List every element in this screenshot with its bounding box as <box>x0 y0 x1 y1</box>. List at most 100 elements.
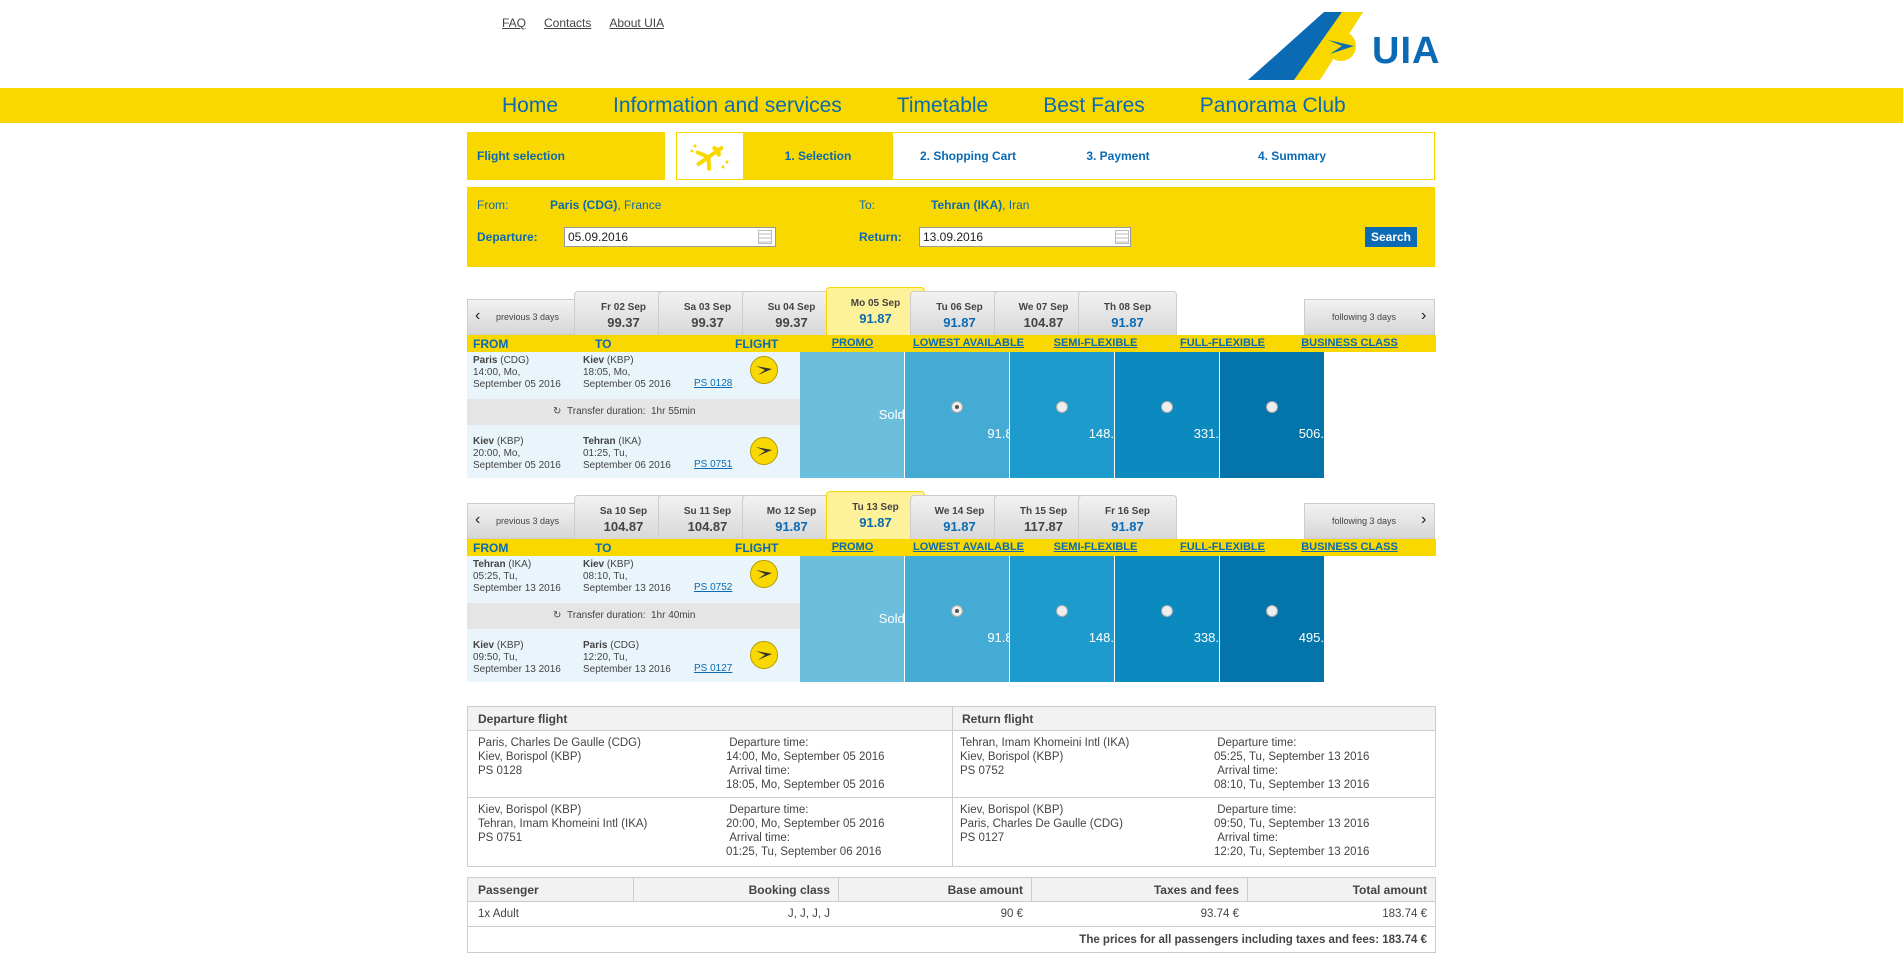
departure-flight-header: Departure flight <box>478 712 568 726</box>
fare-radio[interactable] <box>951 401 963 413</box>
segment-to: Kiev (KBP) 18:05, Mo, September 05 2016 <box>583 355 671 390</box>
segment-from: Kiev (KBP) 09:50, Tu, September 13 2016 <box>473 640 561 675</box>
nav-item-home[interactable]: Home <box>502 94 558 118</box>
return-date-input[interactable]: 13.09.2016 <box>919 227 1131 247</box>
flight-segment: Tehran (IKA) 05:25, Tu, September 13 2016… <box>467 556 800 603</box>
about-link[interactable]: About UIA <box>609 16 664 30</box>
summary-header: Departure flight Return flight <box>468 707 1435 731</box>
date-selector: ‹ previous 3 days Fr 02 Sep 99.37 Sa 03 … <box>467 287 1436 335</box>
fare-cell-semi[interactable]: 148.87 € <box>1010 352 1139 478</box>
transfer-info: ↻ Transfer duration: 1hr 55min <box>467 399 800 425</box>
col-from: FROM <box>473 541 509 555</box>
flight-number-link[interactable]: PS 0127 <box>694 663 732 674</box>
col-flight: FLIGHT <box>735 541 779 555</box>
fare-cell-lowest[interactable]: 91.87 € <box>905 352 1031 478</box>
col-full-flexible[interactable]: FULL-FLEXIBLE <box>1159 541 1286 553</box>
col-semi-flexible[interactable]: SEMI-FLEXIBLE <box>1032 337 1159 349</box>
flight-number-link[interactable]: PS 0752 <box>694 582 732 593</box>
following-days-button[interactable]: following 3 days › <box>1304 503 1435 539</box>
step-shopping-cart: 2. Shopping Cart <box>920 149 1016 163</box>
booking-steps: 1. Selection 2. Shopping Cart 3. Payment… <box>676 132 1435 180</box>
fare-cell-semi[interactable]: 148.87 € <box>1010 556 1139 682</box>
col-flight: FLIGHT <box>735 337 779 351</box>
segment-to: Tehran (IKA) 01:25, Tu, September 06 2016 <box>583 436 671 471</box>
fare-cell-full[interactable]: 331.37 € <box>1115 352 1244 478</box>
fare-cell-business[interactable]: 495.12 € <box>1220 556 1349 682</box>
nav-item-best-fares[interactable]: Best Fares <box>1043 94 1145 118</box>
pricing-cell: 93.74 € <box>1200 908 1239 920</box>
col-lowest-available[interactable]: LOWEST AVAILABLE <box>905 541 1032 553</box>
segment-from: Tehran (IKA) 05:25, Tu, September 13 2016 <box>473 559 561 594</box>
pricing-cell: 183.74 € <box>1382 908 1427 920</box>
segment-from: Kiev (KBP) 20:00, Mo, September 05 2016 <box>473 436 561 471</box>
flight-number-link[interactable]: PS 0128 <box>694 378 732 389</box>
day-tab[interactable]: Fr 16 Sep 91.87 <box>1078 495 1177 539</box>
nav-item-panorama-club[interactable]: Panorama Club <box>1200 94 1346 118</box>
chevron-left-icon: ‹ <box>475 307 481 324</box>
fare-radio[interactable] <box>1266 605 1278 617</box>
date-selector: ‹ previous 3 days Sa 10 Sep 104.87 Su 11… <box>467 491 1436 539</box>
following-days-button[interactable]: following 3 days › <box>1304 299 1435 335</box>
col-from: FROM <box>473 337 509 351</box>
search-button[interactable]: Search <box>1365 227 1417 247</box>
step-selection: 1. Selection <box>743 133 893 179</box>
return-label: Return: <box>859 230 902 244</box>
flight-number-link[interactable]: PS 0751 <box>694 459 732 470</box>
fare-cell-full[interactable]: 338.87 € <box>1115 556 1244 682</box>
main-nav: Home Information and services Timetable Bes… <box>0 88 1903 123</box>
flight-selection-panel: Flight selection <box>467 132 665 180</box>
fare-row: Tehran (IKA) 05:25, Tu, September 13 2016… <box>467 556 1436 682</box>
fare-radio[interactable] <box>1266 401 1278 413</box>
to-label: To: <box>859 198 876 212</box>
pricing-cell: 90 € <box>1000 908 1023 920</box>
promo-fare-cell: Sold Out <box>800 352 929 478</box>
plane-icon <box>677 133 743 179</box>
promo-fare-cell: Sold Out <box>800 556 929 682</box>
pricing-col-header: Passenger <box>478 883 539 897</box>
fare-radio[interactable] <box>1056 401 1068 413</box>
contacts-link[interactable]: Contacts <box>544 16 591 30</box>
col-to: TO <box>595 337 612 351</box>
fare-cell-business[interactable]: 506.78 € <box>1220 352 1349 478</box>
faq-link[interactable]: FAQ <box>502 16 526 30</box>
return-times: Departure time: 05:25, Tu, September 13 2… <box>1214 737 1370 791</box>
uia-logo[interactable]: UIA <box>1246 10 1439 82</box>
pricing-row: 1x Adult J, J, J, J 90 € 93.74 € 183.74 € <box>468 902 1435 927</box>
from-label: From: <box>477 198 509 212</box>
previous-days-button[interactable]: ‹ previous 3 days <box>467 299 575 335</box>
calendar-icon[interactable] <box>758 230 772 244</box>
fare-radio[interactable] <box>1161 605 1173 617</box>
col-business-class[interactable]: BUSINESS CLASS <box>1286 541 1413 553</box>
fare-radio[interactable] <box>1056 605 1068 617</box>
uia-airline-icon <box>750 356 778 384</box>
col-business-class[interactable]: BUSINESS CLASS <box>1286 337 1413 349</box>
fare-cell-lowest[interactable]: 91.87 € <box>905 556 1031 682</box>
fare-radio[interactable] <box>951 605 963 617</box>
segment-to: Paris (CDG) 12:20, Tu, September 13 2016 <box>583 640 671 675</box>
departure-times: Departure time: 20:00, Mo, September 05 2… <box>726 804 885 858</box>
return-times: Departure time: 09:50, Tu, September 13 2… <box>1214 804 1370 858</box>
col-promo[interactable]: PROMO <box>800 541 905 553</box>
fare-radio[interactable] <box>1161 401 1173 413</box>
col-promo[interactable]: PROMO <box>800 337 905 349</box>
pricing-header: Passenger Booking class Base amount Taxes a… <box>468 878 1435 902</box>
return-route: Tehran, Imam Khomeini Intl (IKA) Kiev, Bo… <box>960 737 1130 777</box>
logo-text: UIA <box>1372 30 1441 72</box>
calendar-icon[interactable] <box>1115 230 1129 244</box>
nav-item-information-and-services[interactable]: Information and services <box>613 94 842 118</box>
top-links: FAQ Contacts About UIA <box>502 16 664 30</box>
col-full-flexible[interactable]: FULL-FLEXIBLE <box>1159 337 1286 349</box>
uia-airline-icon <box>750 641 778 669</box>
pricing-col-header: Taxes and fees <box>1153 883 1239 897</box>
departure-date-input[interactable]: 05.09.2016 <box>564 227 776 247</box>
pricing-col-header: Base amount <box>947 883 1023 897</box>
chevron-left-icon: ‹ <box>475 511 481 528</box>
col-lowest-available[interactable]: LOWEST AVAILABLE <box>905 337 1032 349</box>
previous-days-button[interactable]: ‹ previous 3 days <box>467 503 575 539</box>
step-summary: 4. Summary <box>1257 149 1327 163</box>
day-tab[interactable]: Th 08 Sep 91.87 <box>1078 291 1177 335</box>
step-payment: 3. Payment <box>1086 149 1150 163</box>
nav-item-timetable[interactable]: Timetable <box>897 94 988 118</box>
segment-to: Kiev (KBP) 08:10, Tu, September 13 2016 <box>583 559 671 594</box>
col-semi-flexible[interactable]: SEMI-FLEXIBLE <box>1032 541 1159 553</box>
